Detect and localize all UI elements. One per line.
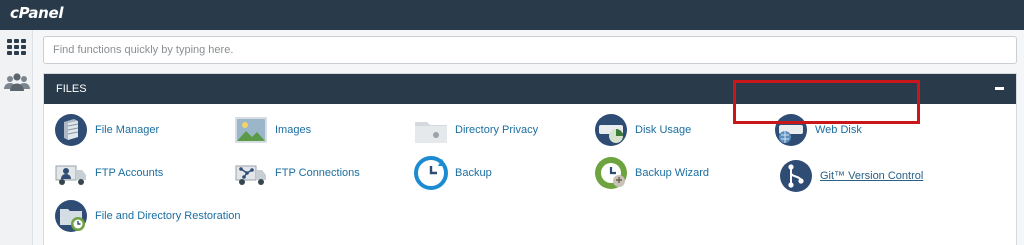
file-manager-link[interactable]: File Manager bbox=[54, 112, 159, 148]
top-bar: cPanel bbox=[0, 0, 1024, 30]
images-icon bbox=[234, 113, 268, 147]
backup-link[interactable]: Backup bbox=[414, 155, 492, 191]
item-label: Directory Privacy bbox=[455, 124, 539, 136]
item-label: File and Directory Restoration bbox=[95, 210, 241, 222]
users-icon[interactable] bbox=[4, 72, 30, 92]
item-label: Web Disk bbox=[815, 124, 862, 136]
file-directory-restoration-link[interactable]: File and Directory Restoration bbox=[54, 198, 241, 234]
file-manager-icon bbox=[54, 113, 88, 147]
item-label: Images bbox=[275, 124, 312, 136]
collapse-icon[interactable] bbox=[995, 87, 1004, 90]
images-link[interactable]: Images bbox=[234, 112, 311, 148]
item-label: Backup bbox=[455, 167, 492, 179]
search-input[interactable] bbox=[43, 36, 1017, 64]
directory-privacy-icon bbox=[414, 113, 448, 147]
item-label: File Manager bbox=[95, 124, 160, 136]
item-label: Backup Wizard bbox=[635, 167, 709, 179]
backup-wizard-link[interactable]: Backup Wizard bbox=[594, 155, 709, 191]
item-label: Git™ Version Control bbox=[820, 170, 924, 182]
file-directory-restoration-icon bbox=[54, 199, 88, 233]
ftp-accounts-icon bbox=[54, 156, 88, 190]
web-disk-icon bbox=[774, 113, 808, 147]
git-version-control-icon bbox=[779, 159, 813, 193]
web-disk-link[interactable]: Web Disk bbox=[774, 112, 862, 148]
ftp-connections-icon bbox=[234, 156, 268, 190]
ftp-accounts-link[interactable]: FTP Accounts bbox=[54, 155, 163, 191]
cpanel-logo[interactable]: cPanel bbox=[10, 4, 64, 22]
item-label: FTP Accounts bbox=[95, 167, 164, 179]
left-nav bbox=[0, 30, 33, 245]
backup-wizard-icon bbox=[594, 156, 628, 190]
git-version-control-link[interactable]: Git™ Version Control bbox=[779, 158, 923, 194]
backup-icon bbox=[414, 156, 448, 190]
item-label: FTP Connections bbox=[275, 167, 360, 179]
disk-usage-icon bbox=[594, 113, 628, 147]
item-label: Disk Usage bbox=[635, 124, 692, 136]
section-title: FILES bbox=[56, 83, 87, 95]
directory-privacy-link[interactable]: Directory Privacy bbox=[414, 112, 538, 148]
grid-menu-icon[interactable] bbox=[7, 39, 26, 55]
files-panel-header[interactable]: FILES bbox=[44, 74, 1016, 104]
disk-usage-link[interactable]: Disk Usage bbox=[594, 112, 691, 148]
ftp-connections-link[interactable]: FTP Connections bbox=[234, 155, 360, 191]
